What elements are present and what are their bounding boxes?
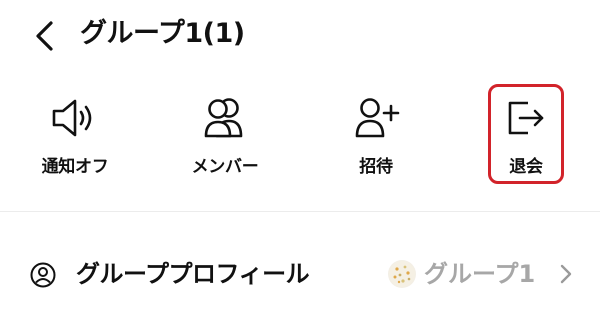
leave-highlight-box [488,84,564,184]
header: グループ1(1) [0,0,600,70]
chevron-right-icon [560,264,572,284]
page-title: グループ1(1) [80,18,245,49]
back-button[interactable] [28,16,60,56]
group-profile-row[interactable]: グループプロフィール グループ1 [0,246,600,302]
group-avatar [388,260,416,288]
group-name: グループ1 [424,260,536,288]
add-person-icon [350,92,402,144]
members-label: メンバー [191,157,259,177]
members-icon [199,92,251,144]
group-profile-label: グループプロフィール [76,260,310,288]
invite-label: 招待 [359,157,393,177]
notifications-off-button[interactable]: 通知オフ [20,88,130,184]
speaker-icon [49,92,101,144]
group-settings-screen: グループ1(1) 通知オフ メンバー 招待 退会 グループプロフィール グループ… [0,0,600,333]
chevron-left-icon [36,21,53,51]
members-button[interactable]: メンバー [170,88,280,184]
invite-button[interactable]: 招待 [321,88,431,184]
notifications-off-label: 通知オフ [41,157,109,177]
divider [0,211,600,212]
person-circle-icon [30,262,56,288]
